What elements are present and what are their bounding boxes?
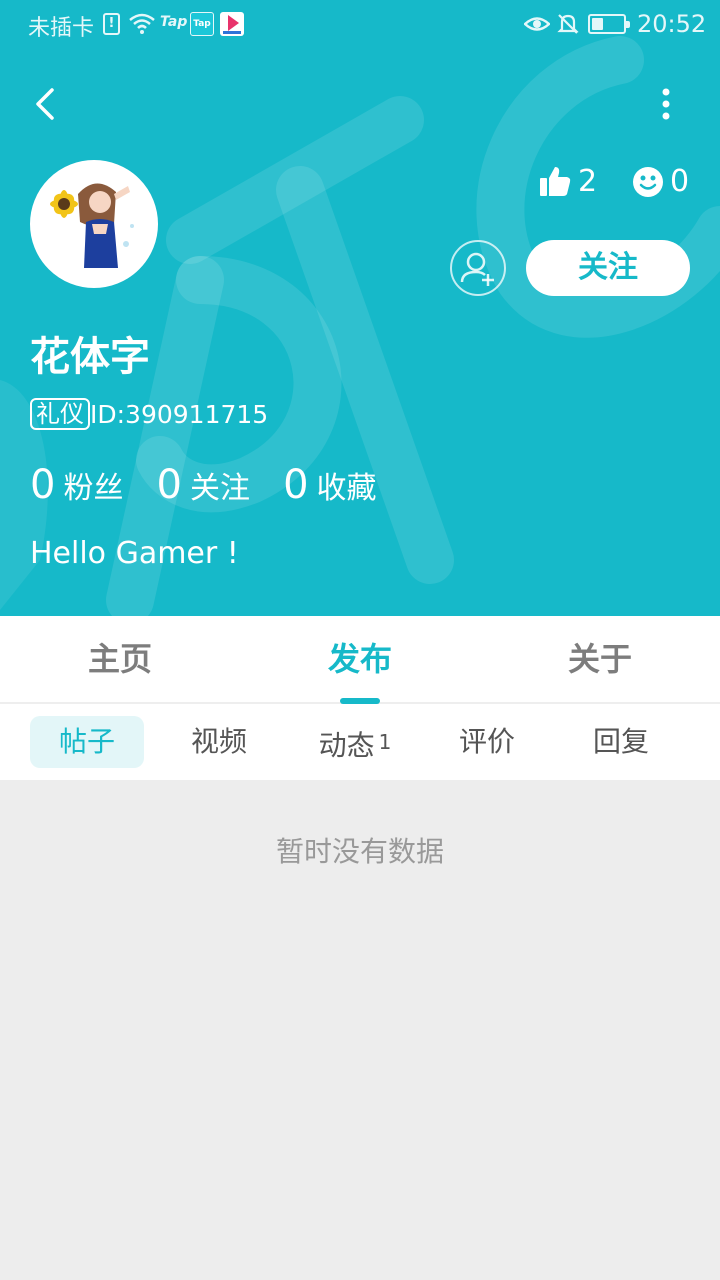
likes-count: 2 bbox=[578, 164, 598, 199]
avatar[interactable] bbox=[30, 160, 158, 288]
back-button[interactable] bbox=[24, 80, 72, 128]
sim-warning-icon: ! bbox=[103, 13, 120, 35]
stat-label: 粉丝 bbox=[63, 471, 124, 506]
more-options-button[interactable] bbox=[646, 80, 686, 128]
smile-icon bbox=[633, 167, 663, 197]
subtab-replies[interactable]: 回复 bbox=[566, 716, 676, 768]
taptap-square-app-icon: Tap bbox=[190, 12, 214, 36]
stats-row: 0 粉丝 0 关注 0 收藏 bbox=[30, 462, 405, 512]
profile-header: 未插卡 ! Tap Tap 20:52 2 0 关注 花体字 礼仪 ID:390… bbox=[0, 0, 720, 616]
user-id: ID:390911715 bbox=[90, 400, 269, 429]
username: 花体字 bbox=[30, 334, 150, 380]
stat-count: 0 bbox=[156, 462, 182, 508]
smiles-counter[interactable]: 0 bbox=[632, 164, 689, 200]
stat-count: 0 bbox=[30, 462, 56, 508]
taptap-app-icon: Tap bbox=[160, 14, 188, 30]
eye-icon bbox=[524, 17, 550, 31]
chevron-left-icon bbox=[36, 88, 54, 120]
status-bar: 未插卡 ! Tap Tap 20:52 bbox=[0, 0, 720, 50]
tab-posts[interactable]: 发布 bbox=[240, 616, 480, 702]
stat-count: 0 bbox=[283, 462, 309, 508]
empty-state-message: 暂时没有数据 bbox=[275, 835, 444, 868]
main-tabs: 主页 发布 关于 bbox=[0, 616, 720, 704]
watermark-logo bbox=[0, 36, 720, 616]
badge-label[interactable]: 礼仪 bbox=[30, 398, 90, 430]
subtab-moments[interactable]: 动态 1 bbox=[300, 716, 410, 768]
stat-label: 关注 bbox=[190, 471, 250, 506]
smiles-count: 0 bbox=[670, 164, 690, 199]
add-user-icon bbox=[460, 252, 494, 286]
subtab-label: 评价 bbox=[458, 725, 515, 758]
subtab-posts[interactable]: 帖子 bbox=[30, 716, 144, 768]
sub-tabs: 帖子 视频 动态 1 评价 回复 bbox=[0, 704, 720, 780]
subtab-label: 动态 bbox=[318, 729, 375, 762]
battery-level bbox=[592, 18, 603, 30]
subtab-count: 1 bbox=[378, 730, 392, 754]
add-friend-button[interactable] bbox=[450, 240, 506, 296]
subtab-reviews[interactable]: 评价 bbox=[432, 716, 542, 768]
bio: Hello Gamer ! bbox=[30, 536, 239, 571]
subtab-label: 视频 bbox=[190, 725, 247, 758]
avatar-image bbox=[34, 164, 154, 284]
youku-app-icon bbox=[220, 12, 244, 36]
tab-about[interactable]: 关于 bbox=[480, 616, 720, 702]
tab-home[interactable]: 主页 bbox=[0, 616, 240, 702]
follow-button[interactable]: 关注 bbox=[526, 240, 690, 296]
subtab-label: 帖子 bbox=[58, 725, 115, 758]
user-id-row: 礼仪 ID:390911715 bbox=[30, 398, 268, 432]
subtab-label: 回复 bbox=[592, 725, 649, 758]
subtab-videos[interactable]: 视频 bbox=[164, 716, 274, 768]
stat-label: 收藏 bbox=[316, 471, 377, 506]
thumbs-up-icon bbox=[540, 167, 571, 196]
likes-counter[interactable]: 2 bbox=[538, 164, 597, 200]
stat-following[interactable]: 0 关注 bbox=[157, 462, 250, 508]
battery-icon bbox=[588, 14, 630, 34]
more-vertical-icon bbox=[662, 88, 670, 120]
stat-favorites[interactable]: 0 收藏 bbox=[283, 462, 376, 508]
carrier-label: 未插卡 bbox=[28, 16, 95, 41]
bell-off-icon bbox=[557, 14, 579, 34]
clock: 20:52 bbox=[637, 10, 707, 38]
stat-followers[interactable]: 0 粉丝 bbox=[30, 462, 123, 508]
wifi-icon bbox=[129, 13, 155, 34]
